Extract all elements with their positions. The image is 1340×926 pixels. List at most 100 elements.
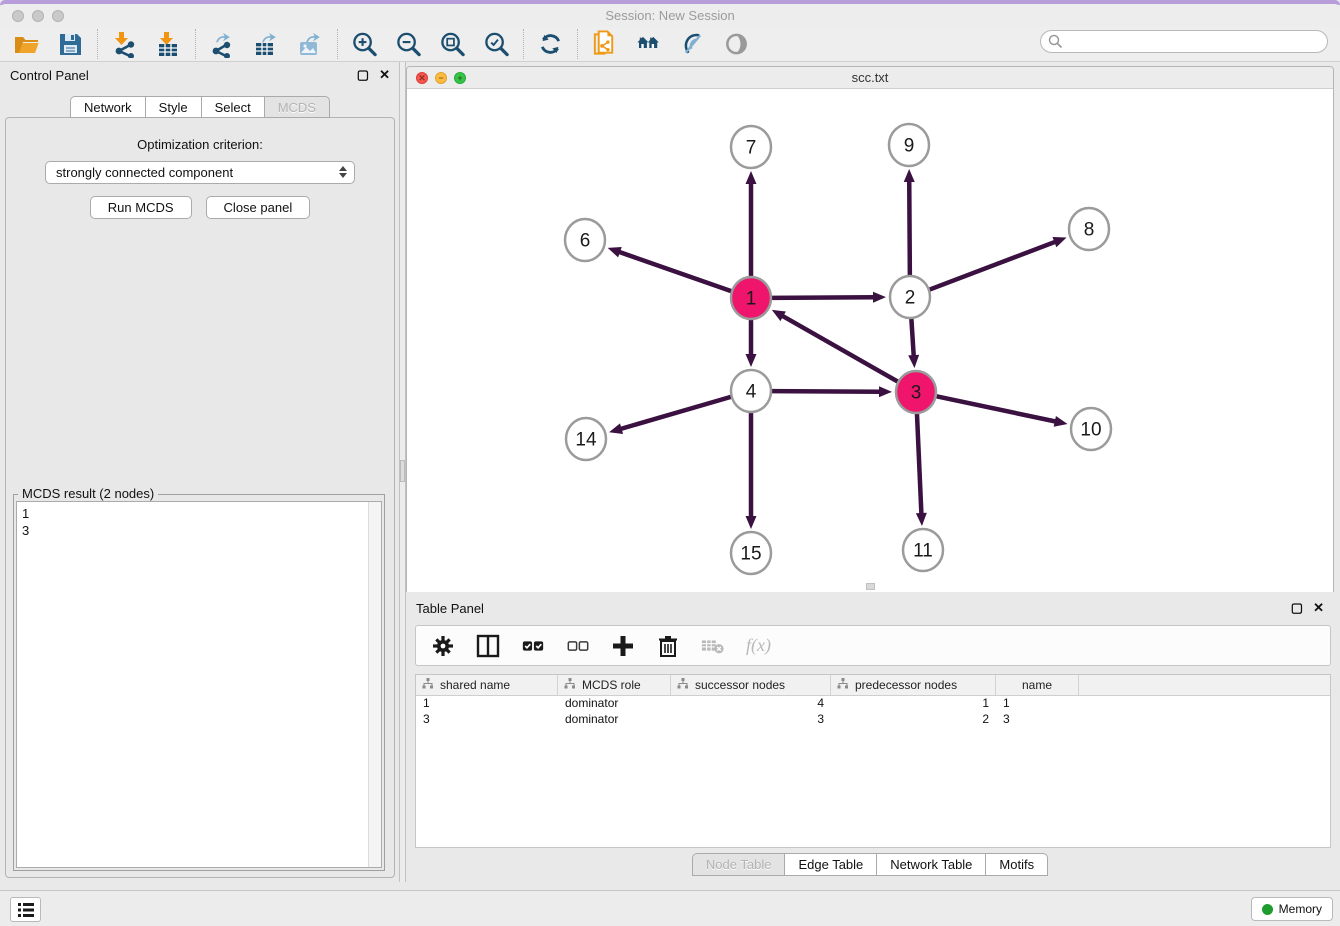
table-cell[interactable]: 3 bbox=[416, 712, 558, 728]
save-session-icon[interactable] bbox=[57, 31, 84, 58]
criterion-select[interactable]: strongly connected component bbox=[45, 161, 355, 184]
mcds-result-list: 13 bbox=[16, 501, 382, 868]
zoom-selected-icon[interactable] bbox=[483, 31, 510, 58]
close-panel-icon[interactable]: ✕ bbox=[379, 67, 390, 83]
open-session-icon[interactable] bbox=[13, 31, 40, 58]
run-mcds-button[interactable]: Run MCDS bbox=[90, 196, 192, 219]
mcds-result-box: MCDS result (2 nodes) 13 bbox=[13, 494, 385, 871]
zoom-in-icon[interactable] bbox=[351, 31, 378, 58]
float-panel-icon[interactable]: ▢ bbox=[357, 67, 369, 83]
graph-node-label-11: 11 bbox=[913, 541, 933, 562]
function-builder-icon: f(x) bbox=[746, 635, 771, 656]
edge-2-to-9[interactable] bbox=[909, 180, 910, 276]
edge-arrowhead bbox=[609, 423, 623, 434]
table-row[interactable]: 3dominator323 bbox=[416, 712, 1330, 728]
column-header-successor-nodes[interactable]: successor nodes bbox=[671, 675, 831, 695]
edge-4-to-3[interactable] bbox=[772, 391, 881, 392]
hide-graphics-details-icon[interactable] bbox=[679, 31, 706, 58]
search-input[interactable] bbox=[1040, 30, 1328, 53]
graph-node-label-6: 6 bbox=[580, 231, 591, 252]
column-type-icon bbox=[837, 678, 849, 692]
settings-gear-icon[interactable] bbox=[431, 634, 455, 658]
edge-1-to-6[interactable] bbox=[618, 252, 731, 292]
toolbar-search bbox=[1040, 30, 1328, 53]
table-cell[interactable]: 2 bbox=[831, 712, 996, 728]
table-panel-tabs: Node TableEdge TableNetwork TableMotifs bbox=[406, 853, 1334, 876]
new-network-from-selection-icon[interactable] bbox=[591, 31, 618, 58]
edge-arrowhead bbox=[879, 386, 892, 397]
graph-node-label-8: 8 bbox=[1084, 220, 1095, 241]
edge-2-to-3[interactable] bbox=[911, 318, 913, 357]
mcds-result-title: MCDS result (2 nodes) bbox=[18, 486, 158, 501]
tab-network[interactable]: Network bbox=[70, 96, 146, 118]
memory-button[interactable]: Memory bbox=[1251, 897, 1333, 921]
export-image-icon[interactable] bbox=[297, 31, 324, 58]
column-label: shared name bbox=[440, 678, 510, 692]
deselect-all-rows-icon[interactable] bbox=[566, 634, 590, 658]
control-panel: Control Panel ▢ ✕ NetworkStyleSelectMCDS… bbox=[0, 62, 400, 882]
table-cell[interactable]: dominator bbox=[558, 712, 671, 728]
table-cell[interactable]: 1 bbox=[831, 696, 996, 712]
table-toolbar: f(x) bbox=[415, 625, 1331, 666]
add-column-icon[interactable] bbox=[611, 634, 635, 658]
column-label: successor nodes bbox=[695, 678, 785, 692]
table-cell[interactable]: 3 bbox=[996, 712, 1079, 728]
close-panel-button[interactable]: Close panel bbox=[206, 196, 311, 219]
table-body: 1dominator4113dominator323 bbox=[416, 696, 1330, 728]
tab-motifs[interactable]: Motifs bbox=[985, 853, 1048, 876]
apply-layout-icon[interactable] bbox=[537, 31, 564, 58]
criterion-selected-value: strongly connected component bbox=[56, 165, 233, 180]
graph-node-label-4: 4 bbox=[746, 382, 757, 403]
tab-select[interactable]: Select bbox=[201, 96, 265, 118]
import-network-icon[interactable] bbox=[111, 31, 138, 58]
splitter-handle[interactable] bbox=[400, 460, 405, 482]
tab-mcds[interactable]: MCDS bbox=[264, 96, 330, 118]
column-header-MCDS-role[interactable]: MCDS role bbox=[558, 675, 671, 695]
table-cell[interactable]: 3 bbox=[671, 712, 831, 728]
column-header-name[interactable]: name bbox=[996, 675, 1079, 695]
network-canvas[interactable]: 7968124314101511 bbox=[407, 89, 1333, 592]
node-table: shared name MCDS role successor nodes prede… bbox=[415, 674, 1331, 848]
tab-edge-table[interactable]: Edge Table bbox=[784, 853, 877, 876]
edge-3-to-10[interactable] bbox=[937, 396, 1057, 421]
column-visibility-icon[interactable] bbox=[476, 634, 500, 658]
edge-arrowhead bbox=[746, 516, 757, 529]
export-table-icon[interactable] bbox=[253, 31, 280, 58]
table-row[interactable]: 1dominator411 bbox=[416, 696, 1330, 712]
column-label: MCDS role bbox=[582, 678, 641, 692]
panel-splitter[interactable] bbox=[399, 62, 406, 882]
select-all-rows-icon[interactable] bbox=[521, 634, 545, 658]
app-title: Session: New Session bbox=[0, 8, 1340, 23]
result-scrollbar[interactable] bbox=[368, 502, 381, 867]
task-history-button[interactable] bbox=[10, 897, 41, 922]
zoom-fit-icon[interactable] bbox=[439, 31, 466, 58]
table-cell[interactable]: 1 bbox=[416, 696, 558, 712]
delete-column-icon[interactable] bbox=[656, 634, 680, 658]
close-table-panel-icon[interactable]: ✕ bbox=[1313, 600, 1324, 616]
edge-1-to-2[interactable] bbox=[772, 297, 875, 298]
tab-network-table[interactable]: Network Table bbox=[876, 853, 986, 876]
table-cell[interactable]: 4 bbox=[671, 696, 831, 712]
home-icon[interactable] bbox=[635, 31, 662, 58]
edge-3-to-1[interactable] bbox=[781, 315, 897, 381]
zoom-out-icon[interactable] bbox=[395, 31, 422, 58]
edge-arrowhead bbox=[873, 292, 886, 303]
graph-node-label-9: 9 bbox=[904, 136, 915, 157]
table-cell[interactable]: dominator bbox=[558, 696, 671, 712]
column-header-shared-name[interactable]: shared name bbox=[416, 675, 558, 695]
edge-arrowhead bbox=[908, 355, 919, 368]
export-network-icon[interactable] bbox=[209, 31, 236, 58]
tab-style[interactable]: Style bbox=[145, 96, 202, 118]
table-cell[interactable]: 1 bbox=[996, 696, 1079, 712]
mcds-result-line: 3 bbox=[22, 522, 376, 539]
import-table-icon[interactable] bbox=[155, 31, 182, 58]
tab-node-table[interactable]: Node Table bbox=[692, 853, 786, 876]
column-header-predecessor-nodes[interactable]: predecessor nodes bbox=[831, 675, 996, 695]
float-table-panel-icon[interactable]: ▢ bbox=[1291, 600, 1303, 616]
canvas-resize-handle[interactable] bbox=[866, 583, 875, 590]
edge-2-to-8[interactable] bbox=[930, 241, 1057, 289]
edge-4-to-14[interactable] bbox=[620, 397, 731, 429]
search-icon bbox=[1048, 34, 1063, 54]
edge-3-to-11[interactable] bbox=[917, 413, 922, 515]
show-graphics-details-icon[interactable] bbox=[723, 31, 750, 58]
